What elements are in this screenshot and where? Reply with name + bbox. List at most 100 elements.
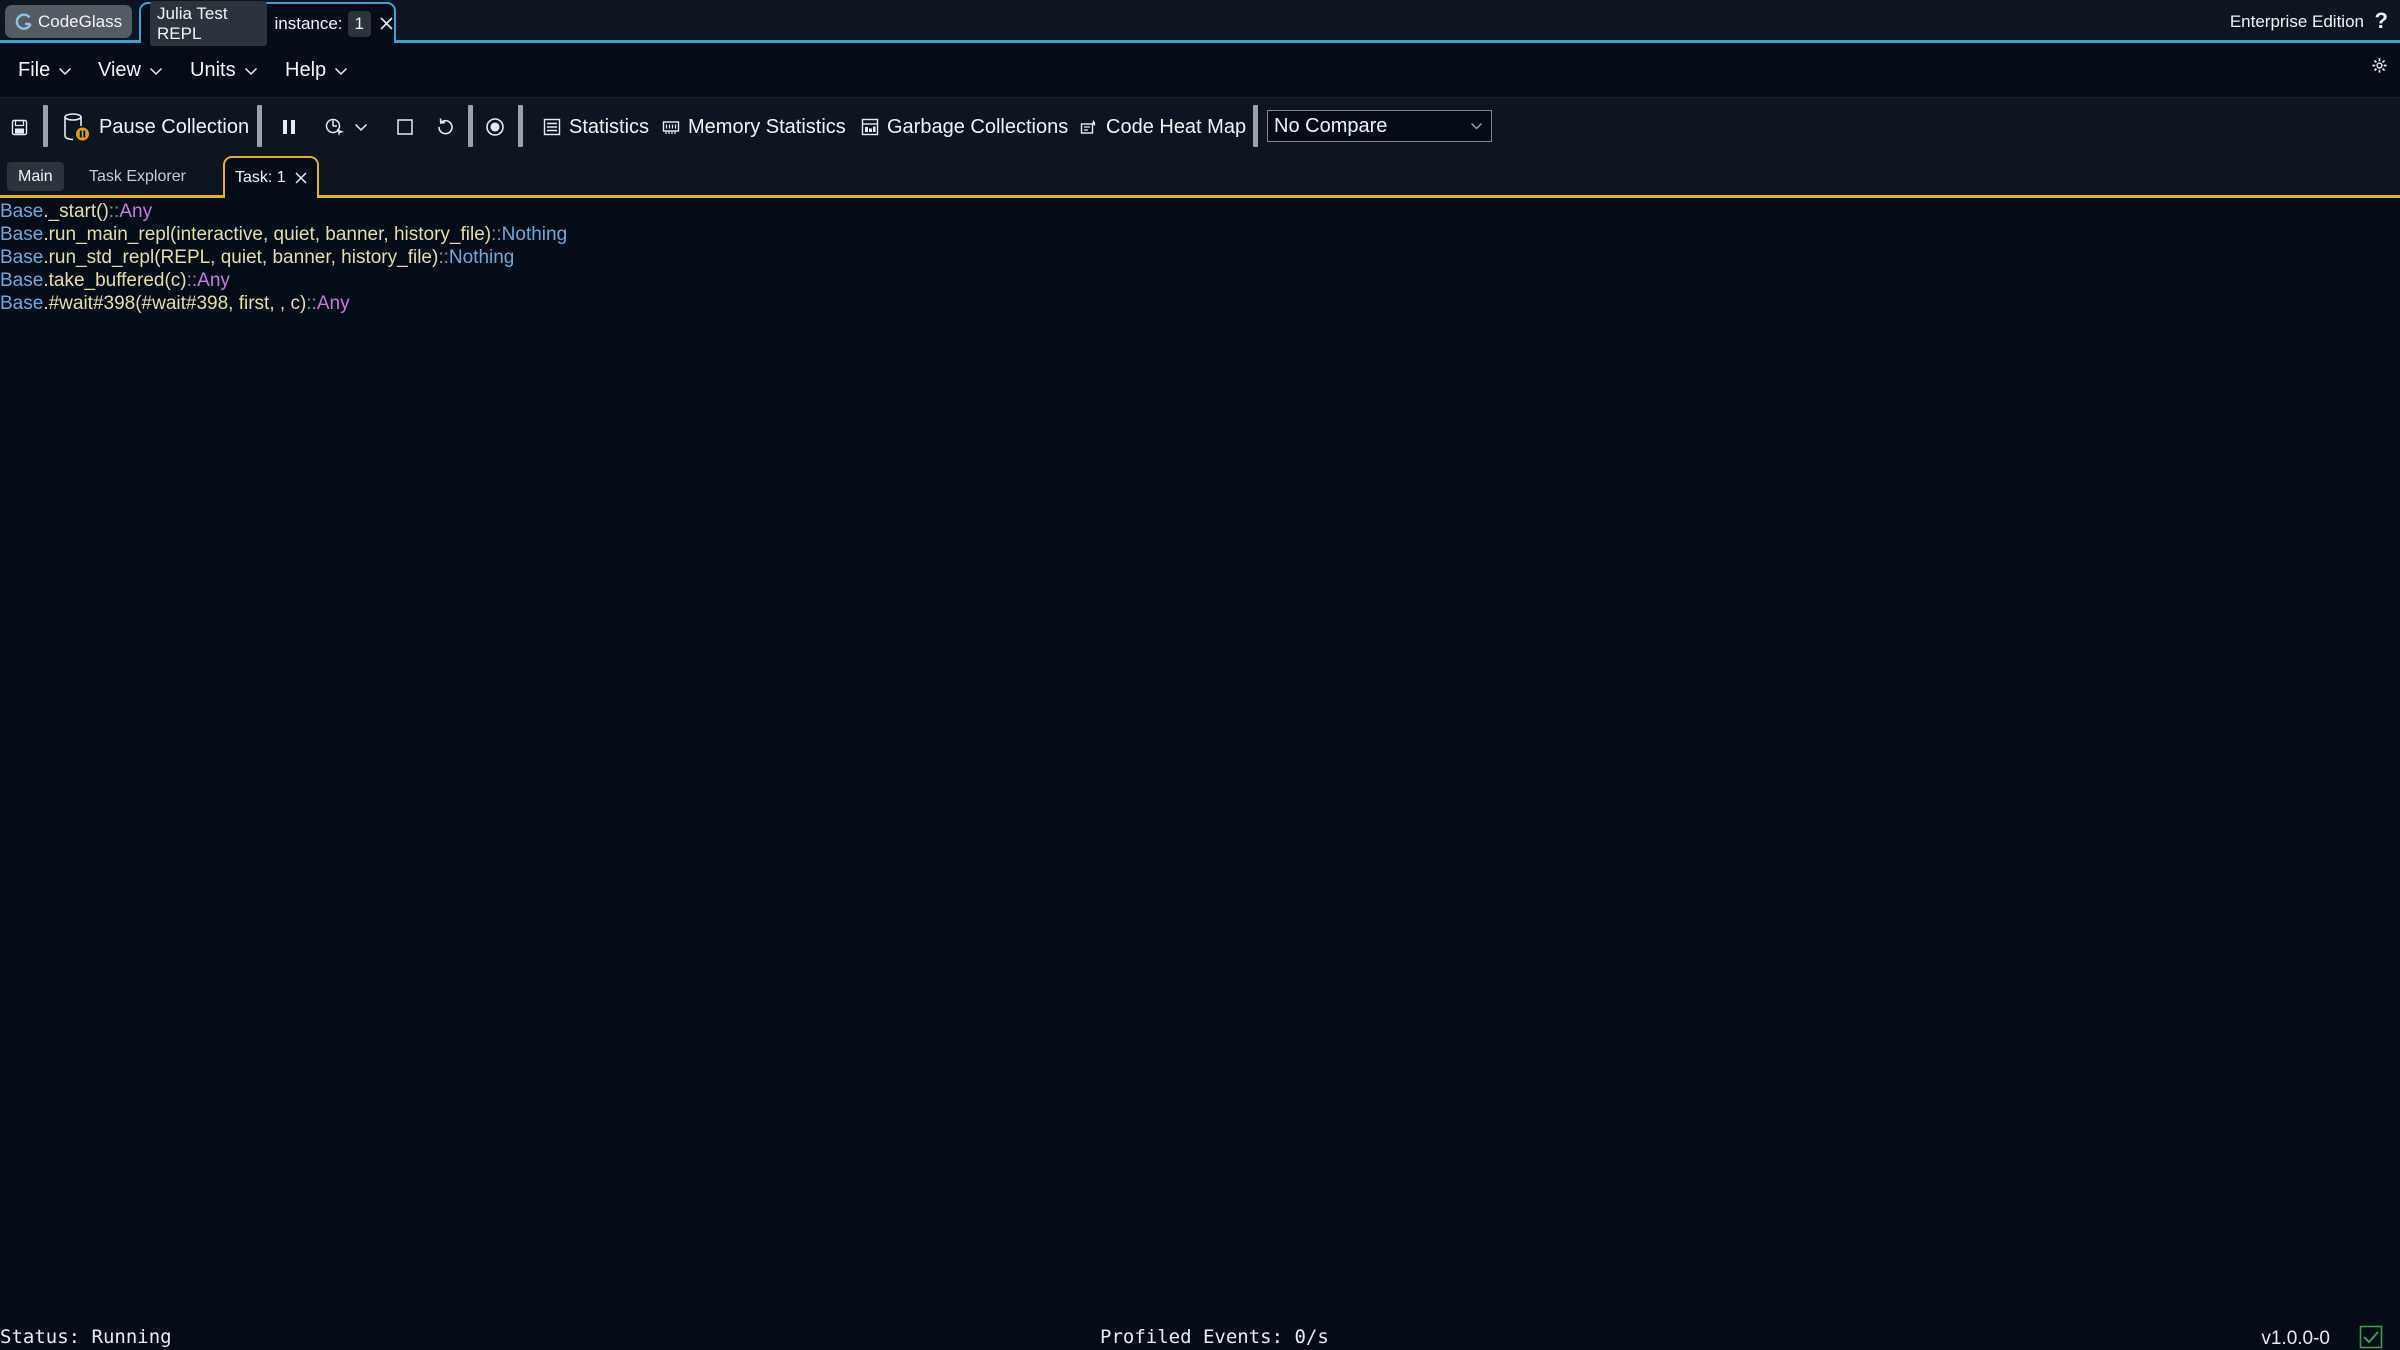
pause-button[interactable] <box>281 98 297 156</box>
chevron-down-icon <box>149 66 163 76</box>
tab-main-label: Main <box>18 167 53 185</box>
frame-return-type: Any <box>197 270 230 291</box>
tab-task-1[interactable]: Task: 1 <box>223 156 319 198</box>
code-heat-map-button[interactable]: Code Heat Map <box>1080 98 1246 156</box>
statistics-label: Statistics <box>569 115 650 138</box>
memory-statistics-button[interactable]: Memory Statistics <box>662 98 846 156</box>
restart-icon <box>435 117 455 137</box>
tab-task-explorer-label: Task Explorer <box>89 167 186 185</box>
call-stack: Base._start()::Any Base.run_main_repl(in… <box>0 200 567 315</box>
codeglass-logo-icon <box>15 13 33 31</box>
compare-select-value: No Compare <box>1274 114 1388 137</box>
statistics-icon <box>543 118 561 136</box>
chevron-down-icon <box>58 66 72 76</box>
frame-call: #wait#398(#wait#398, first, , c) <box>48 293 307 314</box>
app-tab-codeglass[interactable]: CodeGlass <box>5 5 132 38</box>
menu-file[interactable]: File <box>18 59 72 82</box>
stack-frame[interactable]: Base.#wait#398(#wait#398, first, , c)::A… <box>0 292 567 315</box>
help-icon[interactable]: ? <box>2375 8 2388 34</box>
type-separator: :: <box>306 293 317 314</box>
toolbar-separator <box>468 105 473 147</box>
statistics-button[interactable]: Statistics <box>543 98 649 156</box>
frame-return-type: Nothing <box>501 224 568 245</box>
code-heat-map-label: Code Heat Map <box>1106 115 1247 138</box>
restart-button[interactable] <box>435 98 455 156</box>
status-bar: Status: Running Profiled Events: 0/s v1.… <box>0 1325 2400 1350</box>
pause-collection-label: Pause Collection <box>99 115 250 138</box>
frame-call: take_buffered(c) <box>48 270 187 291</box>
save-icon <box>11 119 28 136</box>
memory-statistics-label: Memory Statistics <box>688 115 846 138</box>
garbage-collections-label: Garbage Collections <box>887 115 1069 138</box>
menu-help-label: Help <box>285 59 327 81</box>
stack-frame[interactable]: Base.take_buffered(c)::Any <box>0 269 567 292</box>
frame-module: Base <box>0 270 44 291</box>
menu-bar: File View Units Help <box>0 46 2400 98</box>
close-task-tab-icon[interactable] <box>294 171 308 185</box>
checkmark-icon[interactable] <box>2359 1325 2383 1349</box>
heat-map-icon <box>1080 118 1098 136</box>
snapshot-icon <box>324 117 346 137</box>
frame-call: run_std_repl(REPL, quiet, banner, histor… <box>48 247 439 268</box>
close-instance-tab-icon[interactable] <box>379 16 394 31</box>
instance-tab[interactable]: Julia Test REPL instance: 1 <box>139 0 396 47</box>
compare-select[interactable]: No Compare <box>1267 110 1492 142</box>
tab-task-1-label: Task: 1 <box>235 169 286 186</box>
chevron-down-icon <box>244 66 258 76</box>
stack-frame[interactable]: Base._start()::Any <box>0 200 567 223</box>
stack-frame[interactable]: Base.run_main_repl(interactive, quiet, b… <box>0 223 567 246</box>
type-separator: :: <box>186 270 198 291</box>
snapshot-dropdown-button[interactable] <box>324 98 368 156</box>
frame-module: Base <box>0 201 44 222</box>
stop-button[interactable] <box>396 98 414 156</box>
toolbar-separator <box>1253 105 1258 147</box>
menu-view[interactable]: View <box>98 59 163 82</box>
record-button[interactable] <box>485 98 505 156</box>
pause-icon <box>281 118 297 136</box>
chevron-down-icon <box>354 122 368 132</box>
frame-module: Base <box>0 293 44 314</box>
status-text: Status: Running <box>0 1326 172 1348</box>
edition-label: Enterprise Edition <box>2229 12 2364 31</box>
toolbar-separator <box>257 105 262 147</box>
chevron-down-icon <box>1470 121 1483 131</box>
record-icon <box>485 117 505 137</box>
menu-file-label: File <box>18 59 51 81</box>
instance-label: instance: <box>274 13 343 33</box>
menu-view-label: View <box>98 59 141 81</box>
toolbar-separator <box>43 105 48 147</box>
menu-help[interactable]: Help <box>285 59 348 82</box>
toolbar-separator <box>518 105 523 147</box>
frame-return-type: Any <box>119 201 153 222</box>
frame-return-type: Any <box>316 293 350 314</box>
frame-module: Base <box>0 224 44 245</box>
instance-name: Julia Test REPL <box>150 0 268 47</box>
title-bar: CodeGlass Julia Test REPL instance: 1 En… <box>0 0 2400 47</box>
tab-main[interactable]: Main <box>7 162 64 191</box>
frame-return-type: Nothing <box>448 247 515 268</box>
profiled-events: Profiled Events: 0/s <box>1100 1326 1329 1348</box>
pause-collection-button[interactable]: Pause Collection <box>63 98 249 156</box>
stop-icon <box>396 118 414 136</box>
frame-call: _start() <box>48 201 109 222</box>
menu-units[interactable]: Units <box>190 59 258 82</box>
garbage-collections-button[interactable]: Garbage Collections <box>861 98 1068 156</box>
garbage-collection-icon <box>861 118 879 136</box>
document-tab-strip: Main Task Explorer Task: 1 <box>0 156 2400 198</box>
toolbar: Pause Collection Statistics Memory Stati… <box>0 98 2400 156</box>
type-separator: :: <box>108 201 120 222</box>
type-separator: :: <box>491 224 502 245</box>
save-button[interactable] <box>11 98 28 156</box>
gear-icon[interactable] <box>2371 57 2388 74</box>
memory-chip-icon <box>662 118 680 136</box>
app-name: CodeGlass <box>38 11 123 31</box>
database-pause-icon <box>63 112 91 142</box>
stack-frame[interactable]: Base.run_std_repl(REPL, quiet, banner, h… <box>0 246 567 269</box>
frame-module: Base <box>0 247 44 268</box>
instance-number: 1 <box>347 10 371 37</box>
chevron-down-icon <box>334 66 348 76</box>
type-separator: :: <box>438 247 449 268</box>
menu-units-label: Units <box>190 59 236 81</box>
tab-task-explorer[interactable]: Task Explorer <box>78 162 197 191</box>
version-label: v1.0.0-0 <box>2261 1328 2330 1349</box>
